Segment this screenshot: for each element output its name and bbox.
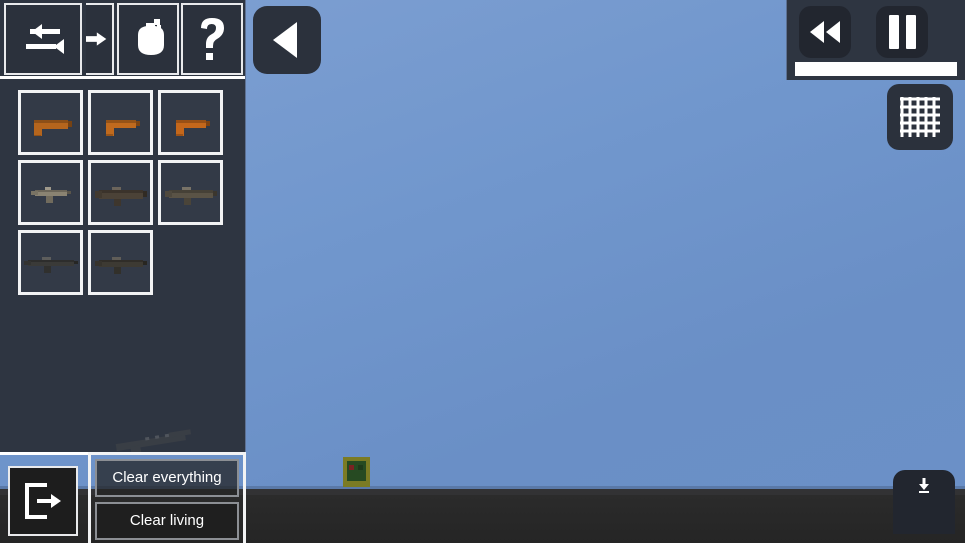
download-icon <box>919 478 929 493</box>
weapon-sidebar <box>0 0 245 455</box>
weapon-slot-battle-rifle[interactable] <box>88 230 153 295</box>
weapon-slot-assault-rifle[interactable] <box>88 160 153 225</box>
weapon-icon-smg <box>30 186 71 203</box>
entity-eye-right <box>358 465 363 470</box>
weapon-icon-battle-rifle <box>94 256 147 274</box>
pause-button[interactable] <box>876 6 928 58</box>
swap-icon <box>26 24 64 54</box>
swap-button[interactable] <box>4 3 82 75</box>
sidebar-toolbar <box>0 0 245 79</box>
entity-head <box>347 461 366 481</box>
exit-button[interactable] <box>8 466 78 536</box>
weapon-icon-carbine <box>164 186 217 205</box>
spawned-entity[interactable] <box>340 457 373 487</box>
grenade-icon <box>138 19 164 55</box>
rewind-double-left-icon <box>810 21 840 43</box>
grid-icon <box>900 97 940 137</box>
toolbar-divider <box>0 76 245 79</box>
grid-toggle-button[interactable] <box>887 84 953 150</box>
entity-eye-left <box>349 465 354 470</box>
weapon-slot-carbine[interactable] <box>158 160 223 225</box>
progress-bar-track[interactable] <box>795 62 957 76</box>
pause-icon-bar-right <box>905 15 916 49</box>
weapon-grid <box>18 90 238 295</box>
weapon-icon-assault-rifle <box>94 186 147 206</box>
triangle-left-icon <box>273 22 297 58</box>
weapon-slot-pistol[interactable] <box>18 90 83 155</box>
grenade-button[interactable] <box>117 3 179 75</box>
weapon-slot-sniper-rifle[interactable] <box>18 230 83 295</box>
clear-living-button[interactable]: Clear living <box>95 502 239 540</box>
weapon-slot-machine-pistol[interactable] <box>88 90 153 155</box>
weapon-icon-sawed-off <box>175 119 210 136</box>
progress-bar-fill <box>795 62 957 76</box>
weapon-icon-sniper-rifle <box>23 256 78 273</box>
help-button[interactable] <box>181 3 243 75</box>
playback-panel <box>787 0 965 80</box>
arrow-right-icon <box>86 32 107 46</box>
weapon-slot-sawed-off[interactable] <box>158 90 223 155</box>
download-button[interactable] <box>893 470 955 534</box>
back-button[interactable] <box>253 6 321 74</box>
pause-icon-bar-left <box>888 15 899 49</box>
weapon-icon-machine-pistol <box>105 119 140 136</box>
clear-everything-button[interactable]: Clear everything <box>95 459 239 497</box>
game-screen: Clear everything Clear living <box>0 0 965 543</box>
exit-door-icon <box>25 483 61 519</box>
weapon-slot-smg[interactable] <box>18 160 83 225</box>
arrow-right-button[interactable] <box>86 3 114 75</box>
rewind-button[interactable] <box>799 6 851 58</box>
question-mark-icon <box>201 18 224 60</box>
clear-panel: Clear everything Clear living <box>88 452 246 543</box>
weapon-icon-pistol <box>33 119 72 136</box>
